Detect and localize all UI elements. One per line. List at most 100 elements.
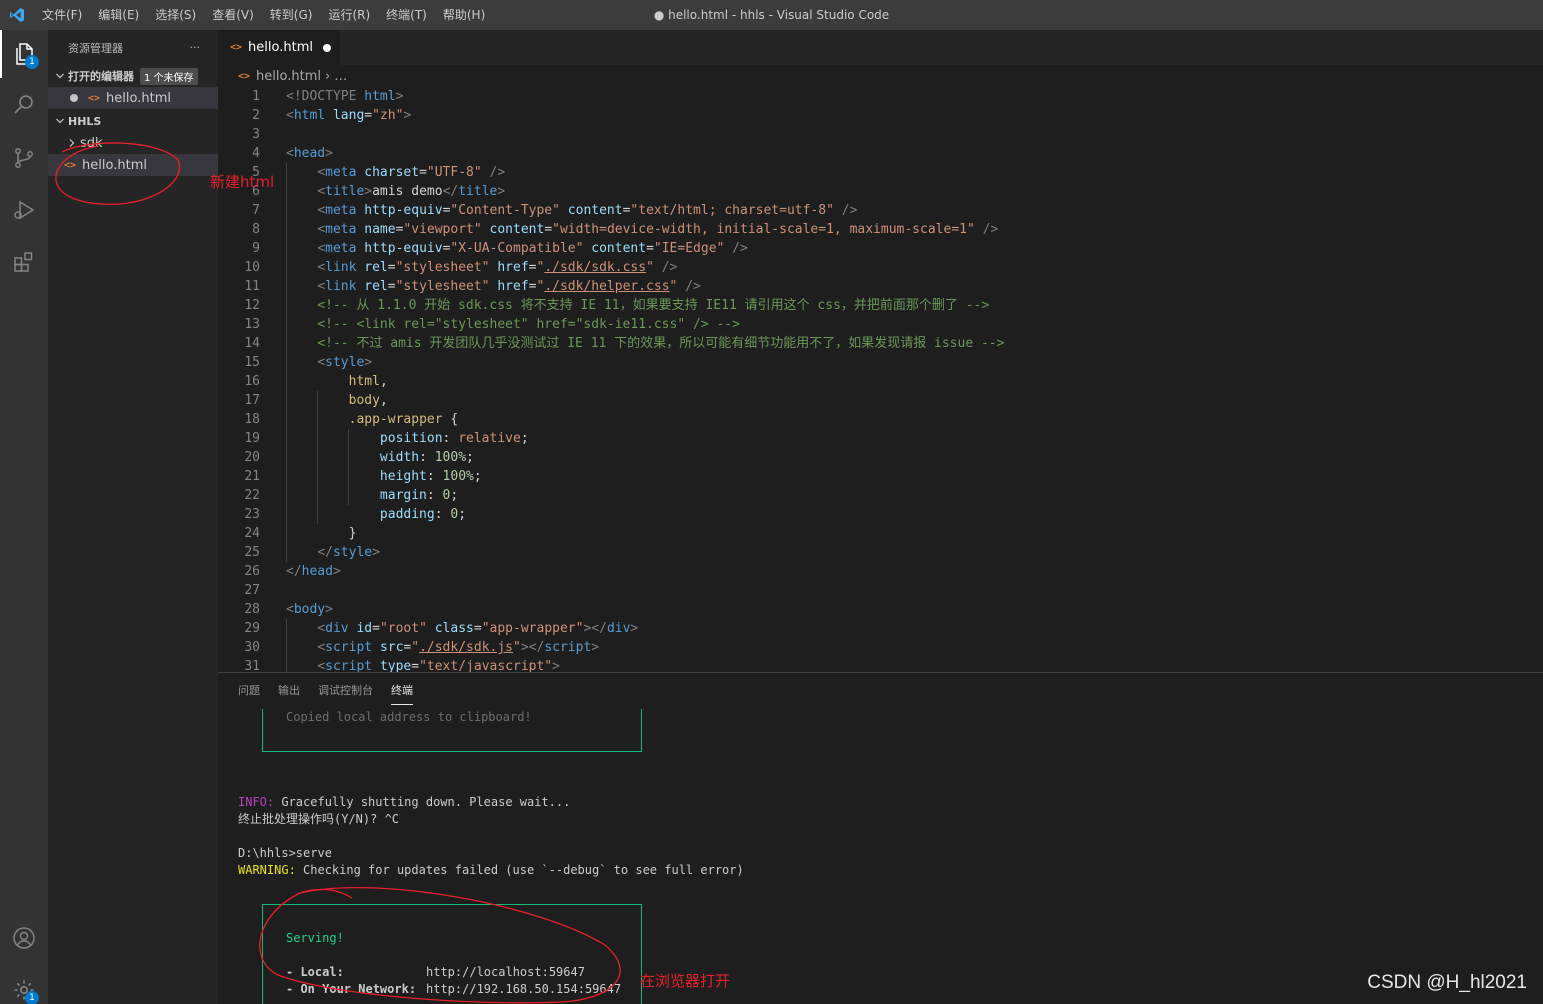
source-control-icon	[15, 148, 33, 168]
menu-selection[interactable]: 选择(S)	[147, 0, 204, 30]
menu-bar: 文件(F) 编辑(E) 选择(S) 查看(V) 转到(G) 运行(R) 终端(T…	[34, 0, 493, 30]
explorer-button[interactable]: 1	[0, 30, 48, 78]
code-line[interactable]: 2 <html lang="zh">	[218, 106, 1543, 125]
code-line[interactable]: 10 <link rel="stylesheet" href="./sdk/sd…	[218, 258, 1543, 277]
code-line[interactable]: 3	[218, 125, 1543, 144]
tab-problems[interactable]: 问题	[238, 673, 260, 708]
menu-view[interactable]: 查看(V)	[204, 0, 262, 30]
run-debug-button[interactable]	[0, 186, 48, 234]
code-line[interactable]: 17 body,	[218, 391, 1543, 410]
search-icon	[14, 95, 33, 114]
manage-button[interactable]: 1	[0, 966, 48, 1004]
code-text: <link rel="stylesheet" href="./sdk/helpe…	[317, 279, 701, 294]
run-debug-icon	[14, 200, 35, 220]
code-line[interactable]: 26 </head>	[218, 562, 1543, 581]
code-line[interactable]: 29 <div id="root" class="app-wrapper"></…	[218, 619, 1543, 638]
code-line[interactable]: 21 height: 100%;	[218, 467, 1543, 486]
menu-file[interactable]: 文件(F)	[34, 0, 90, 30]
code-line[interactable]: 28 <body>	[218, 600, 1543, 619]
open-editor-item[interactable]: <> hello.html	[48, 87, 218, 109]
code-line[interactable]: 19 position: relative;	[218, 429, 1543, 448]
terminal-local-url[interactable]: http://localhost:59647	[426, 964, 585, 981]
code-line[interactable]: 6 <title>amis demo</title>	[218, 182, 1543, 201]
code-line[interactable]: 20 width: 100%;	[218, 448, 1543, 467]
extensions-icon	[14, 252, 33, 272]
code-line[interactable]: 22 margin: 0;	[218, 486, 1543, 505]
terminal-terminate-line: 终止批处理操作吗(Y/N)? ^C	[238, 812, 400, 826]
code-line[interactable]: 13 <!-- <link rel="stylesheet" href="sdk…	[218, 315, 1543, 334]
explorer-badge: 1	[25, 55, 39, 69]
code-line[interactable]: 8 <meta name="viewport" content="width=d…	[218, 220, 1543, 239]
code-line[interactable]: 15 <style>	[218, 353, 1543, 372]
terminal-serving-text: Serving!	[286, 931, 344, 945]
code-line[interactable]: 11 <link rel="stylesheet" href="./sdk/he…	[218, 277, 1543, 296]
accounts-button[interactable]	[0, 914, 48, 962]
line-number: 21	[244, 469, 260, 484]
line-number: 14	[244, 336, 260, 351]
editor-tabs: <> hello.html	[218, 30, 1543, 65]
code-line[interactable]: 31 <script type="text/javascript">	[218, 657, 1543, 672]
search-button[interactable]	[0, 80, 48, 128]
chevron-down-icon	[52, 116, 68, 126]
code-line[interactable]: 9 <meta http-equiv="X-UA-Compatible" con…	[218, 239, 1543, 258]
menu-go[interactable]: 转到(G)	[262, 0, 321, 30]
bottom-panel: 问题 输出 调试控制台 终端 Copied local address to c…	[218, 672, 1543, 1004]
tab-label: hello.html	[248, 40, 313, 55]
code-editor[interactable]: 1 <!DOCTYPE html> 2 <html lang="zh"> 3 4 <head…	[218, 87, 1543, 672]
tab-debug-console[interactable]: 调试控制台	[318, 673, 373, 708]
folder-sdk[interactable]: sdk	[48, 132, 218, 154]
code-line[interactable]: 14 <!-- 不过 amis 开发团队几乎没测试过 IE 11 下的效果，所以…	[218, 334, 1543, 353]
code-line[interactable]: 24 }	[218, 524, 1543, 543]
code-text: position: relative;	[379, 431, 529, 446]
code-text: <div id="root" class="app-wrapper"></div…	[317, 621, 639, 636]
code-text: <!-- 不过 amis 开发团队几乎没测试过 IE 11 下的效果，所以可能有…	[317, 336, 1005, 351]
unsaved-dot-icon	[70, 94, 78, 102]
file-hello-html[interactable]: <> hello.html	[48, 154, 218, 176]
code-line[interactable]: 23 padding: 0;	[218, 505, 1543, 524]
info-text: Gracefully shutting down. Please wait...	[274, 795, 571, 809]
chevron-right-icon	[64, 138, 80, 148]
menu-help[interactable]: 帮助(H)	[435, 0, 493, 30]
tab-terminal[interactable]: 终端	[391, 673, 413, 705]
workspace-label: HHLS	[68, 114, 102, 128]
open-editors-label: 打开的编辑器	[68, 70, 134, 83]
code-line[interactable]: 1 <!DOCTYPE html>	[218, 87, 1543, 106]
menu-edit[interactable]: 编辑(E)	[90, 0, 147, 30]
warning-label: WARNING:	[238, 863, 296, 877]
tab-hello-html[interactable]: <> hello.html	[218, 30, 340, 65]
code-text: height: 100%;	[379, 469, 482, 484]
menu-run[interactable]: 运行(R)	[320, 0, 378, 30]
tab-output[interactable]: 输出	[278, 673, 300, 708]
code-line[interactable]: 7 <meta http-equiv="Content-Type" conten…	[218, 201, 1543, 220]
line-number: 9	[252, 241, 260, 256]
terminal-info-line: INFO: Gracefully shutting down. Please w…	[238, 794, 570, 811]
source-control-button[interactable]	[0, 134, 48, 182]
code-line[interactable]: 16 html,	[218, 372, 1543, 391]
annotation-new-html: 新建html	[210, 173, 275, 191]
line-number: 23	[244, 507, 260, 522]
breadcrumb-file[interactable]: hello.html	[256, 69, 321, 84]
html-file-icon: <>	[88, 92, 101, 104]
code-line[interactable]: 18 .app-wrapper {	[218, 410, 1543, 429]
extensions-button[interactable]	[0, 238, 48, 286]
unsaved-dot-icon[interactable]	[322, 43, 331, 52]
code-line[interactable]: 4 <head>	[218, 144, 1543, 163]
terminal-network-url[interactable]: http://192.168.50.154:59647	[426, 981, 621, 998]
code-line[interactable]: 12 <!-- 从 1.1.0 开始 sdk.css 将不支持 IE 11，如果…	[218, 296, 1543, 315]
line-number: 17	[244, 393, 260, 408]
watermark: CSDN @H_hl2021	[1367, 972, 1527, 993]
code-line[interactable]: 30 <script src="./sdk/sdk.js"></script>	[218, 638, 1543, 657]
code-text: <!-- 从 1.1.0 开始 sdk.css 将不支持 IE 11，如果要支持…	[317, 298, 990, 313]
menu-terminal[interactable]: 终端(T)	[378, 0, 435, 30]
more-actions-button[interactable]: ···	[190, 41, 201, 54]
breadcrumb-rest[interactable]: …	[334, 69, 347, 84]
code-line[interactable]: 5 <meta charset="UTF-8" />	[218, 163, 1543, 182]
html-file-icon: <>	[238, 70, 251, 82]
account-icon	[13, 927, 35, 949]
workspace-section[interactable]: HHLS	[48, 110, 218, 132]
open-editors-section[interactable]: 打开的编辑器 1 个未保存	[48, 65, 218, 87]
code-line[interactable]: 27	[218, 581, 1543, 600]
line-number: 2	[252, 108, 260, 123]
file-label: hello.html	[82, 157, 147, 173]
code-line[interactable]: 25 </style>	[218, 543, 1543, 562]
